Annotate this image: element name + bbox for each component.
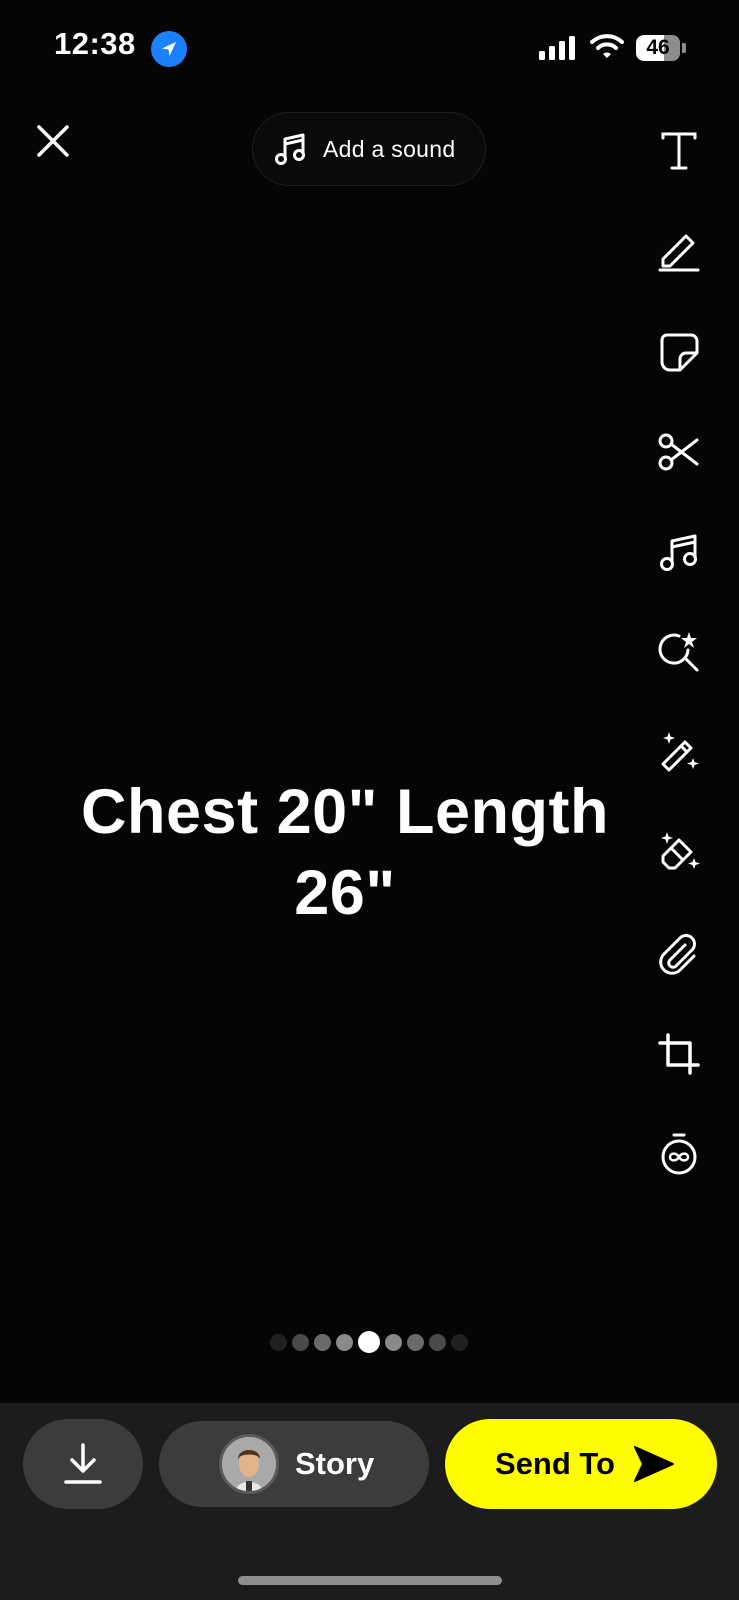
magic-wand-button[interactable]: [655, 728, 703, 776]
page-indicator: [270, 1331, 468, 1353]
crop-icon: [658, 1033, 700, 1075]
lens-search-button[interactable]: [655, 628, 703, 676]
download-icon: [64, 1443, 102, 1484]
pen-icon: [658, 234, 700, 272]
story-label: Story: [295, 1446, 375, 1481]
home-indicator: [238, 1576, 502, 1585]
status-time: 12:38: [54, 26, 136, 61]
close-button[interactable]: [30, 118, 76, 164]
draw-tool-button[interactable]: [655, 226, 703, 274]
lens-search-icon: [658, 632, 699, 672]
page-dot: [336, 1333, 353, 1351]
music-icon: [660, 534, 697, 571]
page-dot: [385, 1333, 402, 1351]
story-button[interactable]: Story: [159, 1421, 429, 1507]
music-tool-button[interactable]: [655, 528, 703, 576]
page-dot: [451, 1333, 468, 1351]
timer-button[interactable]: [655, 1130, 703, 1178]
crop-button[interactable]: [655, 1030, 703, 1078]
close-icon: [37, 125, 69, 157]
save-button[interactable]: [23, 1419, 143, 1509]
add-sound-label: Add a sound: [323, 135, 456, 162]
attachment-button[interactable]: [655, 930, 703, 978]
cellular-signal-icon: [539, 36, 575, 60]
page-dot: [270, 1333, 287, 1351]
magic-eraser-icon: [661, 832, 700, 870]
add-sound-button[interactable]: Add a sound: [252, 112, 486, 186]
magic-wand-icon: [661, 732, 699, 772]
magic-eraser-button[interactable]: [655, 828, 703, 876]
battery-tip: [682, 43, 686, 53]
scissors-tool-button[interactable]: [655, 428, 703, 476]
caption-text[interactable]: Chest 20" Length 26": [40, 772, 650, 934]
wifi-icon: [590, 32, 624, 65]
page-dot-active: [358, 1331, 380, 1353]
text-icon: [661, 132, 697, 170]
timer-icon: [661, 1133, 697, 1175]
sticker-icon: [660, 333, 699, 372]
battery-level: 46: [646, 36, 670, 59]
sticker-tool-button[interactable]: [655, 328, 703, 376]
battery-icon: 46: [636, 35, 680, 61]
location-arrow-icon: [151, 31, 187, 67]
send-to-label: Send To: [495, 1446, 615, 1481]
text-tool-button[interactable]: [655, 127, 703, 175]
page-dot: [429, 1333, 446, 1351]
paperclip-icon: [659, 934, 696, 975]
scissors-icon: [658, 433, 699, 471]
send-to-button[interactable]: Send To: [445, 1419, 717, 1509]
page-dot: [407, 1333, 424, 1351]
page-dot: [314, 1333, 331, 1351]
music-note-icon: [275, 133, 305, 165]
avatar: [219, 1434, 279, 1494]
page-dot: [292, 1333, 309, 1351]
send-arrow-icon: [633, 1446, 674, 1482]
